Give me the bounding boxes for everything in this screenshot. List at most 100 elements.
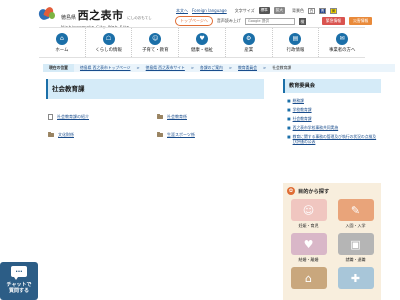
search-by-purpose: ✿ 目的から探す ☺ 妊娠・育児 ✎ 入園・入学 ♥ 結婚・離婚 ▣ 就職・退職 ⌂ ✚	[283, 183, 381, 300]
skip-to-content-link[interactable]: 本文へ	[176, 8, 188, 14]
breadcrumb-link[interactable]: 教育委員会	[238, 65, 257, 71]
business-icon: ✉	[336, 32, 349, 45]
sidebar-item-label[interactable]: 総務課	[293, 98, 304, 103]
breadcrumb-link[interactable]: 徳島県 西之表市サイト	[146, 65, 185, 71]
admin-icon: ▤	[289, 32, 302, 45]
foreign-language-link[interactable]: Foreign language	[192, 8, 227, 13]
link-item[interactable]: 社会教育課の紹介	[48, 114, 157, 120]
breadcrumb-heading: 現在の位置	[43, 64, 74, 72]
bullet-icon: ■	[287, 125, 291, 130]
bg-color-label: 背景色	[291, 7, 304, 13]
folder-icon	[48, 131, 54, 138]
life-icon: ☖	[102, 32, 115, 45]
gnav-item-life[interactable]: ☖ くらしの情報	[86, 28, 133, 57]
font-large-button[interactable]: 拡大	[273, 7, 285, 14]
bullet-icon: ■	[287, 134, 291, 139]
font-standard-button[interactable]: 標準	[258, 7, 270, 14]
search-input[interactable]	[247, 19, 294, 23]
breadcrumb: 現在の位置 徳島県 西之表市トップページ > 徳島県 西之表市サイト > 各課の…	[43, 64, 395, 72]
link-label[interactable]: 社会教育係	[167, 114, 187, 120]
bullet-icon: ■	[287, 98, 291, 103]
link-row: 文化財係 生涯スポーツ係	[48, 126, 266, 144]
purpose-tile-image: ▣	[337, 233, 374, 255]
purpose-tile[interactable]: ⌂	[287, 267, 330, 297]
purpose-tile[interactable]: ♥ 結婚・離婚	[287, 233, 330, 263]
gnav-item-admin[interactable]: ▤ 行政情報	[273, 28, 320, 57]
voice-reading-link[interactable]: 音声読み上げ	[217, 18, 241, 24]
folder-icon	[157, 113, 163, 120]
sidebar-item[interactable]: ■ 西之表市学校事務共同実施	[287, 125, 377, 130]
link-label[interactable]: 生涯スポーツ係	[167, 132, 195, 138]
purpose-tile-image: ⌂	[290, 267, 327, 289]
bg-white-button[interactable]: 白	[307, 7, 315, 14]
purpose-heading: 目的から探す	[298, 188, 330, 195]
gnav-item-kids[interactable]: ☺ 子育て・教育	[132, 28, 180, 57]
sidebar-item-label[interactable]: 社会教育課	[293, 116, 312, 121]
sidebar-item[interactable]: ■ 総務課	[287, 98, 377, 103]
industry-icon: ⚙	[242, 32, 255, 45]
purpose-tile-image: ☺	[290, 199, 327, 221]
sidebar-heading: 教育委員会	[283, 79, 381, 93]
gnav-item-home[interactable]: ⌂ ホーム	[39, 28, 86, 57]
purpose-tile-label: 入園・入学	[345, 223, 366, 228]
sidebar-item-label[interactable]: 学校教育課	[293, 107, 312, 112]
section-link-list: 社会教育課の紹介 社会教育係 文化財係 生涯スポーツ係	[48, 108, 266, 144]
purpose-tile[interactable]: ✚	[334, 267, 377, 297]
purpose-tile-label: 就職・退職	[345, 257, 366, 262]
sidebar-section-nav: 教育委員会 ■ 総務課 ■ 学校教育課 ■ 社会教育課 ■ 西之表市学校事務共同実施 ■…	[283, 79, 381, 153]
purpose-tile-image: ♥	[290, 233, 327, 255]
breadcrumb-current: 社会教育課	[272, 65, 292, 70]
logo-city-reading: にしのおもてし	[127, 16, 152, 20]
top-page-button[interactable]: トップページへ	[175, 16, 213, 26]
link-row: 社会教育課の紹介 社会教育係	[48, 108, 266, 126]
purpose-tile[interactable]: ▣ 就職・退職	[334, 233, 377, 263]
chat-support-button[interactable]: … チャットで 質問する	[0, 262, 38, 300]
utility-bar-row2: トップページへ 音声読み上げ 検 緊急情報 災害情報	[175, 16, 373, 26]
sidebar-item[interactable]: ■ 教育に関する事務の管理及び執行の状況の点検及び評価の公表	[287, 134, 377, 144]
kids-icon: ☺	[149, 32, 162, 45]
breadcrumb-separator: >	[263, 65, 267, 70]
page-title: 社会教育課	[46, 79, 264, 99]
purpose-tile[interactable]: ☺ 妊娠・育児	[287, 199, 330, 229]
bg-blue-button[interactable]: 青	[318, 7, 326, 14]
home-icon: ⌂	[55, 32, 68, 45]
breadcrumb-link[interactable]: 各課のご案内	[200, 65, 223, 71]
link-item[interactable]: 生涯スポーツ係	[157, 131, 266, 138]
emergency-info-button[interactable]: 緊急情報	[321, 17, 346, 25]
disaster-info-button[interactable]: 災害情報	[349, 17, 373, 25]
purpose-tile-label: 結婚・離婚	[298, 257, 319, 262]
gnav-item-health[interactable]: ♥ 健康・福祉	[179, 28, 226, 57]
chat-bubble-icon: …	[11, 266, 27, 280]
purpose-tile-label: 妊娠・育児	[298, 223, 319, 228]
site-logo[interactable]: 徳島県 西之表市 にしのおもてし Nishinoomote City Web S…	[37, 5, 152, 29]
link-label[interactable]: 文化財係	[58, 132, 74, 138]
gnav-label: 事業者の方へ	[328, 47, 356, 53]
city-emblem-icon	[37, 5, 57, 22]
breadcrumb-separator: >	[228, 65, 233, 70]
sidebar-item-label[interactable]: 教育に関する事務の管理及び執行の状況の点検及び評価の公表	[293, 134, 377, 144]
gnav-label: 健康・福祉	[191, 47, 213, 53]
search-button[interactable]: 検	[298, 17, 306, 25]
link-label[interactable]: 社会教育課の紹介	[57, 114, 89, 120]
bullet-icon: ■	[287, 116, 291, 121]
sidebar-item-label[interactable]: 西之表市学校事務共同実施	[293, 125, 339, 130]
sidebar-item[interactable]: ■ 学校教育課	[287, 107, 377, 112]
breadcrumb-separator: >	[190, 65, 195, 70]
bullet-icon: ■	[287, 107, 291, 112]
breadcrumb-link[interactable]: 徳島県 西之表市トップページ	[80, 65, 131, 71]
gnav-item-industry[interactable]: ⚙ 産業	[226, 28, 273, 57]
gnav-item-business[interactable]: ✉ 事業者の方へ	[319, 28, 365, 57]
link-item[interactable]: 文化財係	[48, 131, 157, 138]
breadcrumb-separator: >	[136, 65, 140, 70]
gnav-label: 産業	[244, 47, 254, 53]
sidebar-item[interactable]: ■ 社会教育課	[287, 116, 377, 121]
purpose-tile[interactable]: ✎ 入園・入学	[334, 199, 377, 229]
folder-icon	[157, 131, 163, 138]
purpose-tile-image: ✎	[337, 199, 374, 221]
global-nav: ⌂ ホーム ☖ くらしの情報 ☺ 子育て・教育 ♥ 健康・福祉 ⚙ 産業 ▤ 行…	[39, 27, 365, 58]
site-header: 徳島県 西之表市 にしのおもてし Nishinoomote City Web S…	[0, 0, 400, 29]
link-item[interactable]: 社会教育係	[157, 113, 266, 120]
chat-label-line2: 質問する	[8, 288, 29, 294]
bg-yellow-button[interactable]: 黄	[329, 7, 337, 14]
gnav-label: 子育て・教育	[142, 47, 169, 53]
